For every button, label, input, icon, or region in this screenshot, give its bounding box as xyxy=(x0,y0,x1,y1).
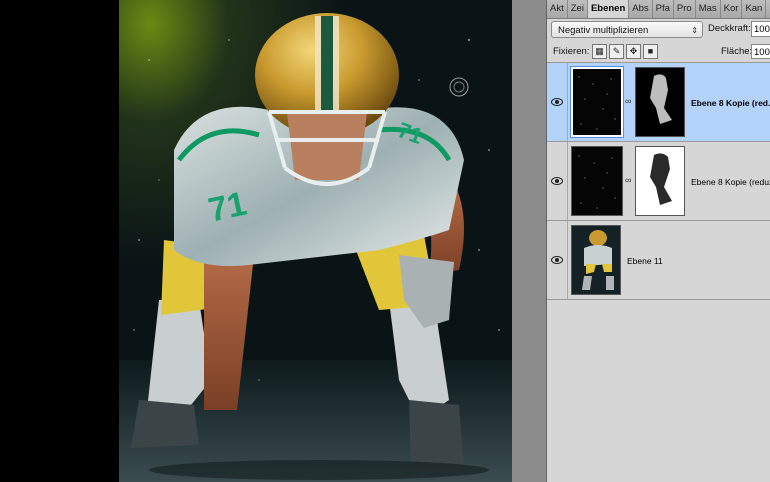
lock-options-row: Fixieren: ▦ ✎ ✥ ■ Fläche: 100% xyxy=(547,42,770,63)
select-arrows-icon: ⇕ xyxy=(691,26,698,35)
lock-all-icon[interactable]: ■ xyxy=(643,44,658,59)
layer-row[interactable]: ∞ Ebene 8 Kopie (reduzi... xyxy=(547,142,770,221)
canvas-background-strip xyxy=(512,0,546,482)
tab-protokoll[interactable]: Pro xyxy=(674,0,696,18)
layer-mask-thumbnail[interactable] xyxy=(635,67,685,137)
tab-zeichen[interactable]: Zei xyxy=(568,0,588,18)
document-canvas[interactable]: 71 71 xyxy=(0,0,546,482)
tab-masken[interactable]: Mas xyxy=(696,0,721,18)
blend-mode-select[interactable]: Negativ multiplizieren ⇕ xyxy=(551,21,703,38)
tab-absatz[interactable]: Abs xyxy=(629,0,653,18)
tab-korrekturen[interactable]: Kor xyxy=(721,0,743,18)
tab-ebenen[interactable]: Ebenen xyxy=(587,0,630,18)
layer-row[interactable]: ∞ Ebene 8 Kopie (red... xyxy=(547,63,770,142)
fill-label: Fläche: xyxy=(721,46,753,57)
layers-panel: Akt Zei Ebenen Abs Pfa Pro Mas Kor Kan N… xyxy=(546,0,770,482)
visibility-cell[interactable] xyxy=(547,63,568,141)
layer-name[interactable]: Ebene 8 Kopie (red... xyxy=(691,98,770,108)
lock-transparency-icon[interactable]: ▦ xyxy=(592,44,607,59)
blend-mode-value: Negativ multiplizieren xyxy=(558,25,649,36)
tab-kanaele[interactable]: Kan xyxy=(742,0,767,18)
blend-options-row: Negativ multiplizieren ⇕ Deckkraft: 100% xyxy=(547,19,770,41)
visibility-cell[interactable] xyxy=(547,142,568,220)
visibility-cell[interactable] xyxy=(547,221,568,299)
layer-row[interactable]: Ebene 11 xyxy=(547,221,770,300)
lock-move-icon[interactable]: ✥ xyxy=(626,44,641,59)
panel-tab-bar: Akt Zei Ebenen Abs Pfa Pro Mas Kor Kan xyxy=(547,0,770,19)
layer-name[interactable]: Ebene 8 Kopie (reduzi... xyxy=(691,177,770,187)
tab-pfade[interactable]: Pfa xyxy=(653,0,674,18)
layer-thumbnail[interactable] xyxy=(571,225,621,295)
layer-thumbnail[interactable] xyxy=(571,146,623,216)
eye-icon[interactable] xyxy=(551,98,563,106)
opacity-label: Deckkraft: xyxy=(708,23,751,34)
eye-icon[interactable] xyxy=(551,256,563,264)
layer-name[interactable]: Ebene 11 xyxy=(627,256,663,266)
tab-aktionen[interactable]: Akt xyxy=(547,0,568,18)
svg-text:71: 71 xyxy=(205,185,250,230)
eye-icon[interactable] xyxy=(551,177,563,185)
chain-link-icon[interactable]: ∞ xyxy=(625,96,631,108)
opacity-input[interactable]: 100% xyxy=(751,21,770,37)
football-player-photo: 71 71 xyxy=(119,0,512,482)
layer-thumbnail[interactable] xyxy=(570,66,624,138)
lock-label: Fixieren: xyxy=(553,46,590,57)
fill-input[interactable]: 100% xyxy=(751,44,770,59)
lock-brush-icon[interactable]: ✎ xyxy=(609,44,624,59)
layer-mask-thumbnail[interactable] xyxy=(635,146,685,216)
chain-link-icon[interactable]: ∞ xyxy=(625,175,631,187)
